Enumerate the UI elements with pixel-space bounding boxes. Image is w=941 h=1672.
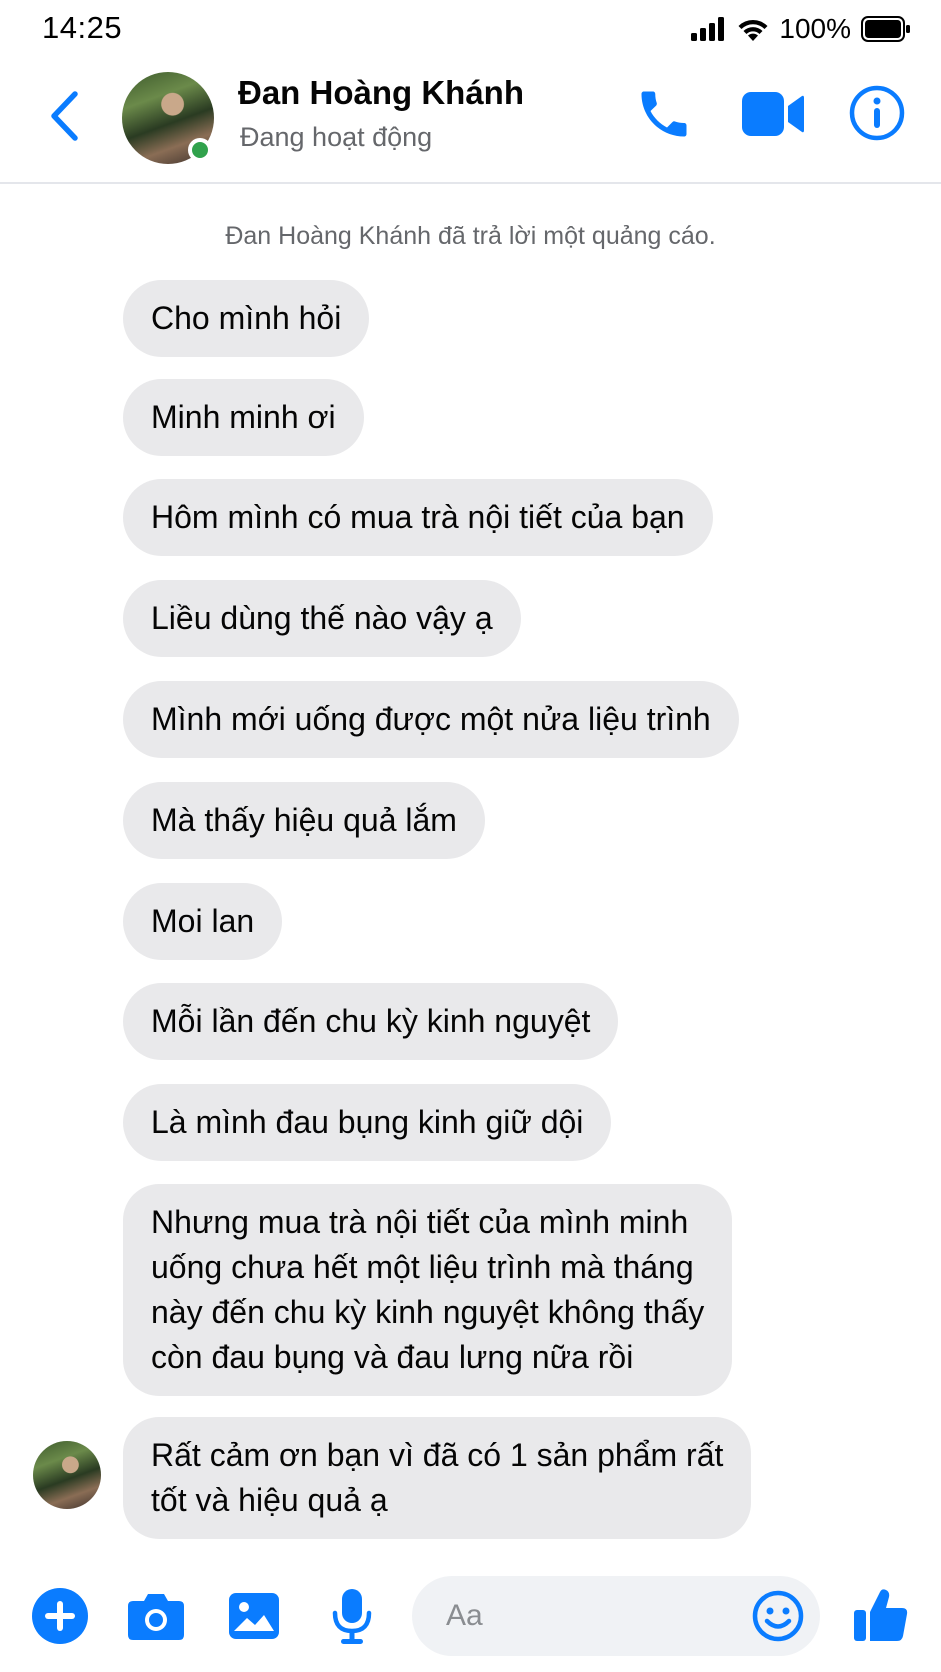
thumbs-up-icon [854,1589,908,1641]
message-bubble[interactable]: Minh minh ơi [123,379,364,456]
contact-status: Đang hoạt động [240,122,433,152]
camera-icon [128,1594,184,1640]
plus-circle-icon [32,1588,88,1644]
message-composer [0,1566,941,1672]
contact-avatar[interactable] [122,72,214,164]
message-bubble[interactable]: Mà thấy hiệu quả lắm [123,782,485,859]
status-time: 14:25 [42,10,123,45]
chevron-left-icon [51,91,78,141]
voice-message-button[interactable] [322,1586,382,1646]
like-button[interactable] [852,1586,912,1646]
info-button[interactable] [848,84,906,142]
microphone-icon [332,1589,372,1644]
info-icon [849,85,905,141]
gallery-button[interactable] [224,1586,284,1646]
contact-name[interactable]: Đan Hoàng Khánh [238,74,524,112]
wifi-icon [738,19,768,41]
message-bubble[interactable]: Liều dùng thế nào vậy ạ [123,580,521,657]
sender-avatar[interactable] [33,1441,101,1509]
smiley-icon [752,1590,804,1642]
chat-header: Đan Hoàng Khánh Đang hoạt động [0,58,941,184]
status-bar: 14:25 100% [0,0,941,58]
back-button[interactable] [42,86,86,146]
video-call-button[interactable] [740,88,806,140]
message-bubble[interactable]: Là mình đau bụng kinh giữ dội [123,1084,612,1161]
voice-call-button[interactable] [634,84,694,144]
battery-icon [861,16,910,42]
message-bubble[interactable]: Cho mình hỏi [123,280,370,357]
emoji-button[interactable] [752,1590,804,1642]
message-bubble[interactable]: Mỗi lần đến chu kỳ kinh nguyệt [123,983,619,1060]
camera-button[interactable] [126,1586,186,1646]
ad-reply-note: Đan Hoàng Khánh đã trả lời một quảng cáo… [225,222,716,250]
signal-icon [691,17,725,41]
status-indicators: 100% [691,13,911,44]
online-indicator [188,138,212,162]
phone-icon [641,91,687,137]
message-bubble[interactable]: Moi lan [123,883,283,960]
more-actions-button[interactable] [30,1586,90,1646]
messenger-chat-screen: 14:25 100% Đan Hoàng Khánh Đang hoạt độn… [0,0,941,1672]
message-bubble[interactable]: Hôm mình có mua trà nội tiết của bạn [123,479,713,556]
video-camera-icon [742,92,804,136]
battery-percentage: 100% [779,13,851,44]
image-icon [229,1593,279,1639]
message-bubble[interactable]: Rất cảm ơn bạn vì đã có 1 sản phẩm rất t… [123,1417,752,1539]
message-bubble[interactable]: Nhưng mua trà nội tiết của mình minh uốn… [123,1184,733,1396]
message-bubble[interactable]: Mình mới uống được một nửa liệu trình [123,681,739,758]
